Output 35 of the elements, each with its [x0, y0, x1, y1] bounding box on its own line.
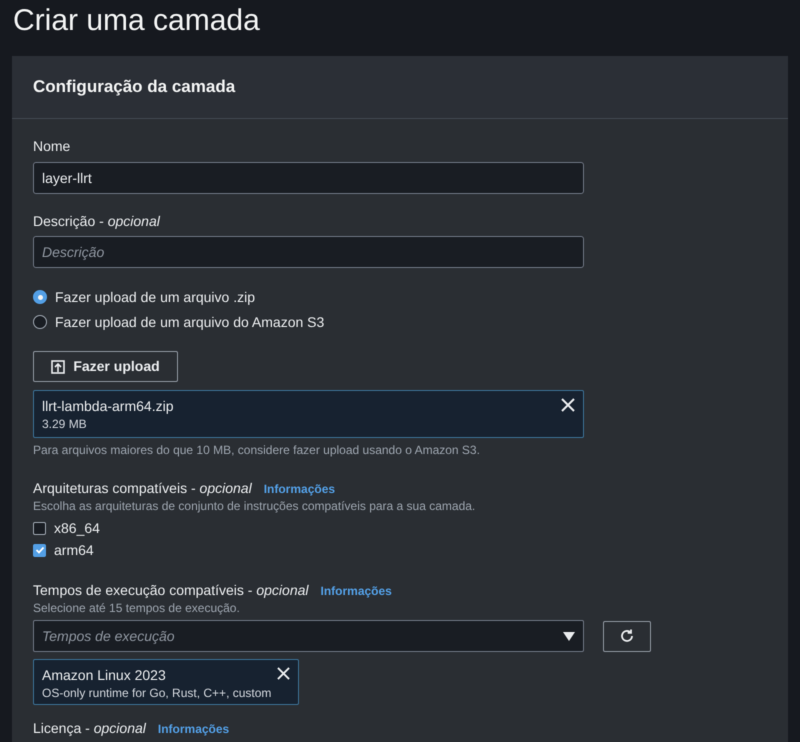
input-field[interactable]: layer-llrt — [33, 162, 584, 194]
radio-label: Fazer upload de um arquivo do Amazon S3 — [55, 312, 324, 332]
runtime-select[interactable]: Tempos de execução — [33, 620, 584, 652]
field-label: Descrição - opcional — [33, 212, 160, 231]
dropdown-caret-icon — [563, 632, 575, 640]
hint-text: Selecione até 15 tempos de execução. — [33, 600, 241, 616]
token-title: Amazon Linux 2023 — [42, 666, 166, 685]
input-field[interactable]: Descrição — [33, 236, 584, 268]
info-link[interactable]: Informações — [264, 480, 336, 498]
file-name: llrt-lambda-arm64.zip — [42, 397, 174, 416]
radio-label: Fazer upload de um arquivo .zip — [55, 288, 255, 307]
file-size: 3.29 MB — [42, 416, 88, 432]
checkbox[interactable] — [33, 544, 46, 556]
hint-text: Escolha as arquiteturas de conjunto de instruções compatíveis para a sua camada. — [33, 498, 476, 514]
field-label: Licença - opcional — [33, 719, 146, 738]
close-icon[interactable] — [277, 667, 290, 680]
upload-icon — [51, 360, 66, 374]
checkbox-label: arm64 — [54, 540, 94, 560]
info-link[interactable]: Informações — [158, 720, 230, 738]
page-title: Criar uma camada — [12, 3, 261, 39]
refresh-icon — [619, 628, 635, 644]
hint-text: Para arquivos maiores do que 10 MB, considere fazer upload usando o Amazon S3. — [33, 442, 481, 458]
close-icon[interactable] — [561, 398, 575, 412]
token-description: OS-only runtime for Go, Rust, C++, custom — [42, 685, 272, 701]
refresh-button[interactable] — [603, 620, 651, 652]
upload-button[interactable]: Fazer upload — [33, 351, 178, 382]
radio-button[interactable] — [33, 290, 47, 304]
panel-heading: Configuração da camada — [33, 76, 236, 98]
field-label: Tempos de execução compatíveis - opcional — [33, 581, 308, 600]
checkbox-label: x86_64 — [54, 518, 100, 538]
info-link[interactable]: Informações — [320, 582, 392, 600]
field-label: Arquiteturas compatíveis - opcional — [33, 479, 252, 498]
checkbox[interactable] — [33, 522, 46, 534]
radio-button[interactable] — [33, 315, 47, 329]
field-label: Nome — [33, 137, 70, 156]
